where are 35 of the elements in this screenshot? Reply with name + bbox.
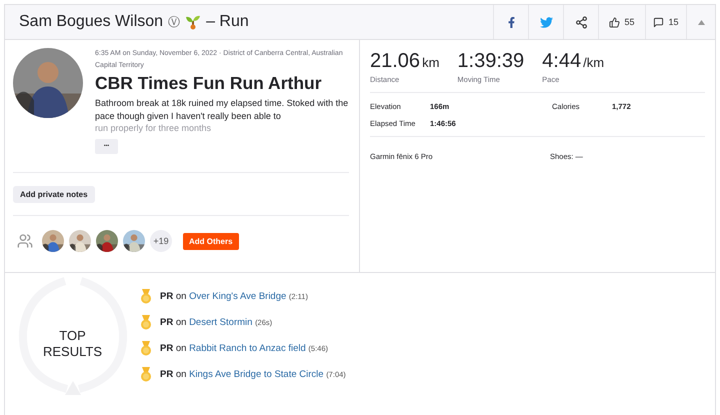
stat-value: 1:39:39 [457,50,524,73]
medal-icon [140,289,152,304]
caret-icon [698,20,704,24]
sprout-icon [185,14,202,30]
more-athletes[interactable]: +19 [150,230,172,252]
comments-button[interactable]: 15 [645,5,686,39]
add-notes-button[interactable]: Add private notes [13,186,95,202]
activity-description: Bathroom break at 18k ruined my elapsed time. Stoked with the pace though given I haven't really been able to [95,97,349,123]
thumbs-up-icon [609,16,620,28]
group-icon [17,233,33,249]
medal-icon [140,315,152,330]
segment-link[interactable]: Desert Stormin [189,317,252,328]
subscriber-mark: Ⓥ [168,14,180,30]
activity-type: – Run [206,13,249,31]
athlete-avatar[interactable] [123,230,145,252]
stat-value: 4:44/km [542,50,604,73]
segment-link[interactable]: Rabbit Ranch to Anzac field [189,343,306,354]
comment-icon [653,16,664,28]
stat-value: 21.06 km [370,50,440,73]
share-icon [574,16,588,28]
top-results-title: TOP RESULTS [42,328,102,360]
athlete-avatar[interactable] [69,230,91,252]
medal-icon [140,367,152,382]
kudos-button[interactable]: 55 [598,5,645,39]
activity-title: CBR Times Fun Run Arthur [95,73,323,94]
faded-description: run properly for three months [95,123,212,134]
bird-icon [540,16,552,28]
athlete-avatar[interactable] [96,230,118,252]
medal-icon [140,341,152,356]
segment-link[interactable]: Kings Ave Bridge to State Circle [189,369,324,380]
athlete-avatar[interactable] [42,230,64,252]
add-others-button[interactable]: Add Others [183,232,239,250]
segment-link[interactable]: Over King's Ave Bridge [189,291,286,302]
facebook-icon [506,16,516,28]
athlete-name[interactable]: Sam Bogues Wilson [19,13,164,31]
